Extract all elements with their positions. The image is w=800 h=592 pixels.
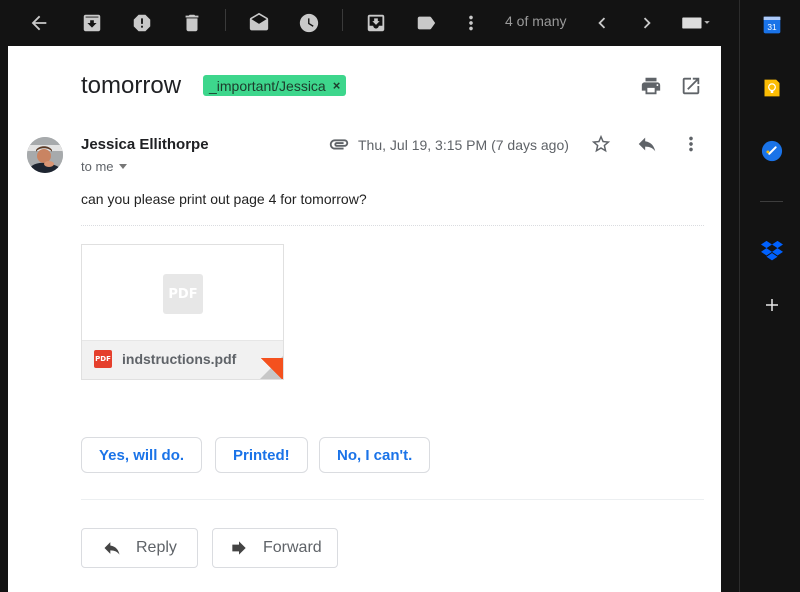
label-chip-text: _important/Jessica [209, 77, 326, 94]
pdf-file-icon: PDF [94, 350, 112, 368]
smart-reply-printed[interactable]: Printed! [215, 437, 308, 473]
attachment-clip-icon [327, 132, 351, 156]
attachments-divider [81, 225, 704, 226]
forward-label: Forward [263, 539, 322, 556]
calendar-icon[interactable]: 31 [760, 13, 784, 37]
reply-button[interactable]: Reply [81, 528, 198, 568]
dropbox-icon[interactable] [760, 238, 784, 262]
caret-down-icon [118, 164, 127, 169]
move-to-icon[interactable] [361, 8, 391, 38]
snooze-icon[interactable] [294, 8, 324, 38]
forward-arrow-icon [232, 541, 246, 555]
message-panel: tomorrow _important/Jessica × Jessica El… [8, 46, 721, 592]
email-subject: tomorrow [81, 72, 182, 99]
actions-divider [81, 499, 704, 500]
toolbar-divider [225, 9, 226, 31]
smart-reply-yes[interactable]: Yes, will do. [81, 437, 203, 473]
smart-reply-no[interactable]: No, I can't. [319, 437, 431, 473]
print-icon[interactable] [639, 74, 663, 98]
email-date: Thu, Jul 19, 3:15 PM (7 days ago) [358, 137, 569, 153]
reply-label: Reply [136, 539, 177, 556]
attachment-preview: PDF [82, 245, 283, 341]
remove-label-button[interactable]: × [333, 78, 341, 93]
more-vert-icon[interactable] [456, 8, 486, 38]
tasks-icon[interactable] [760, 139, 784, 163]
sidebar-apps-divider [760, 201, 783, 202]
email-body: can you please print out page 4 for tomo… [81, 191, 367, 207]
mark-unread-icon[interactable] [244, 8, 274, 38]
label-icon[interactable] [411, 8, 441, 38]
chevron-right-icon[interactable] [632, 8, 662, 38]
keyboard-icon[interactable] [675, 8, 717, 38]
sender-name: Jessica Ellithorpe [81, 136, 209, 153]
calendar-date-label: 31 [767, 22, 777, 32]
chevron-left-icon[interactable] [587, 8, 617, 38]
message-counter: 4 of many [505, 13, 567, 29]
label-chip[interactable]: _important/Jessica × [203, 75, 347, 96]
recipient-details-toggle[interactable]: to me [81, 159, 127, 174]
attachment-card[interactable]: PDF PDF indstructions.pdf [81, 244, 284, 380]
archive-icon[interactable] [77, 8, 107, 38]
delete-icon[interactable] [177, 8, 207, 38]
more-options-icon[interactable] [679, 132, 703, 156]
forward-button[interactable]: Forward [212, 528, 338, 568]
attachment-filename: indstructions.pdf [122, 351, 237, 367]
add-addon-icon[interactable] [760, 293, 784, 317]
pdf-preview-icon: PDF [163, 274, 203, 314]
sender-avatar[interactable] [27, 137, 63, 173]
back-arrow-icon[interactable] [24, 8, 54, 38]
sidebar-divider [739, 0, 740, 592]
recipient-text: to me [81, 159, 114, 174]
page-fold-accent [261, 358, 283, 379]
keep-icon[interactable] [760, 76, 784, 100]
reply-icon[interactable] [635, 132, 659, 156]
report-spam-icon[interactable] [127, 8, 157, 38]
attachment-footer: PDF indstructions.pdf [82, 341, 283, 379]
reply-arrow-icon [104, 542, 120, 555]
star-icon[interactable] [589, 132, 613, 156]
toolbar-divider [342, 9, 343, 31]
open-in-new-window-icon[interactable] [679, 74, 703, 98]
toolbar: 4 of many [0, 0, 740, 46]
